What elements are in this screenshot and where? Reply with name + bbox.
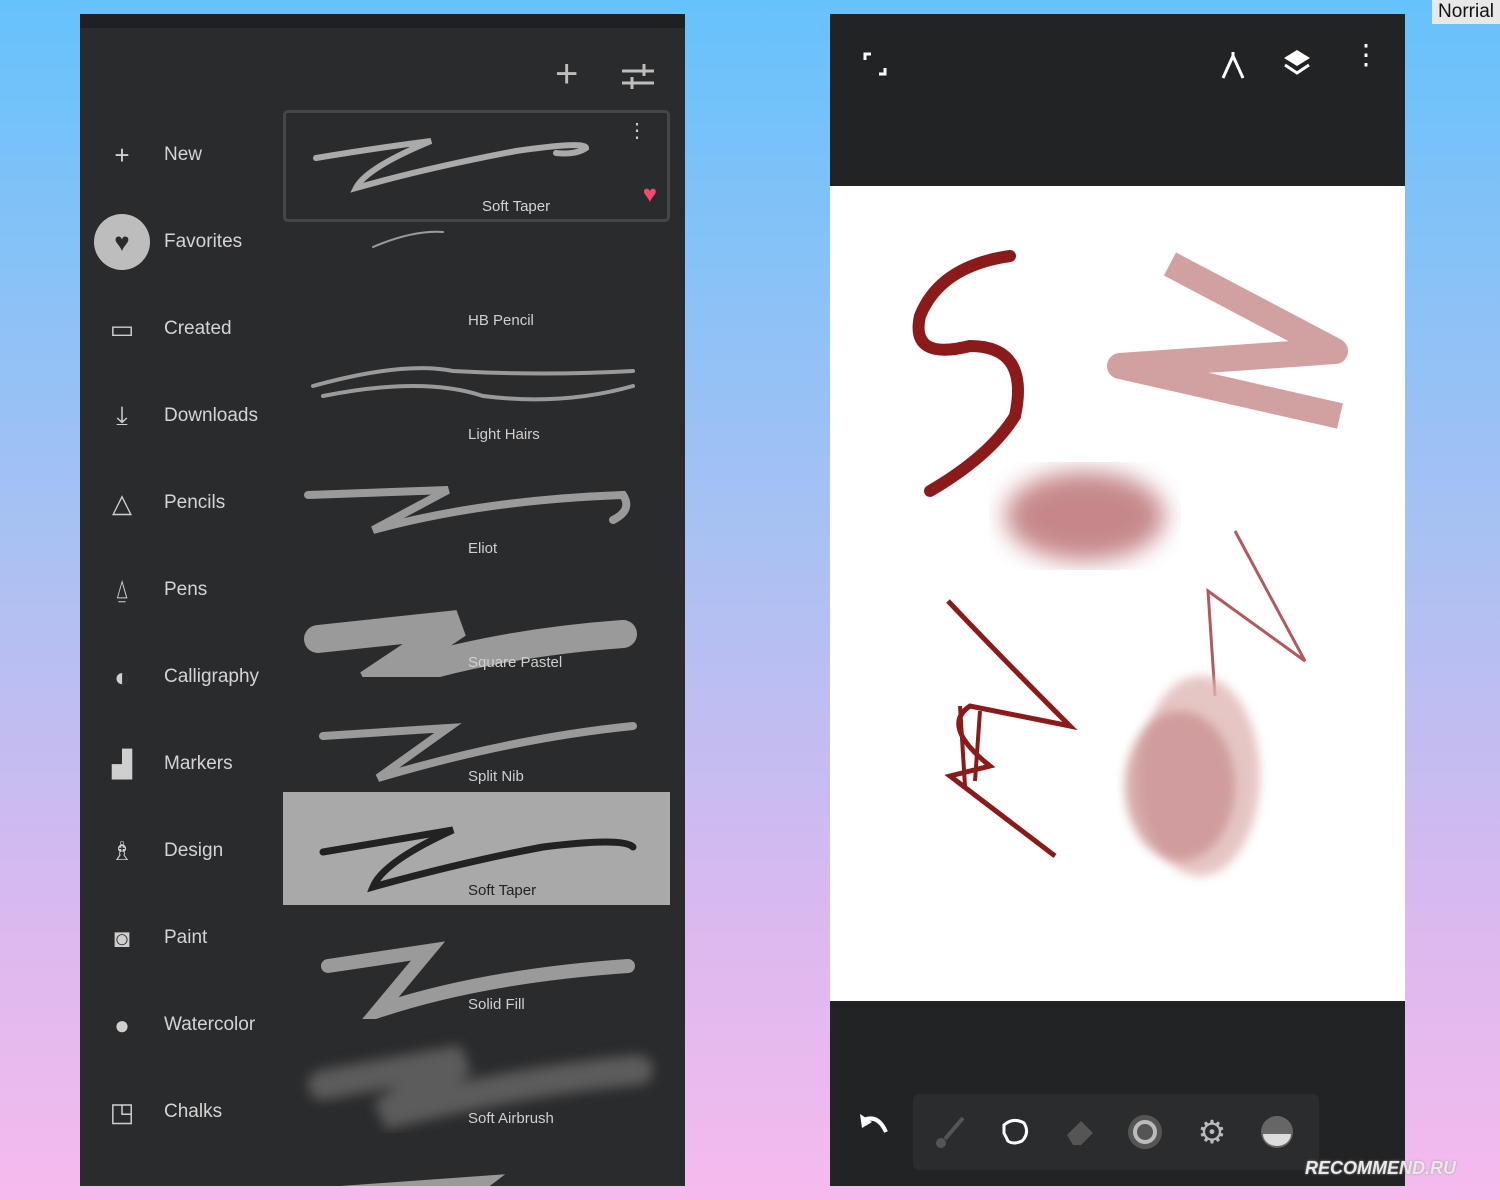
sidebar-item-watercolor[interactable]: ● Watercolor bbox=[94, 995, 294, 1055]
sliders-icon[interactable] bbox=[622, 64, 654, 90]
sidebar-item-label: Markers bbox=[164, 753, 233, 774]
brush-name: HB Pencil bbox=[468, 312, 534, 329]
sidebar-item-favorites[interactable]: ♥ Favorites bbox=[94, 212, 294, 272]
folder-icon: ▭ bbox=[109, 313, 135, 344]
pen-icon: ⍙ bbox=[114, 574, 130, 604]
sidebar-item-label: Calligraphy bbox=[164, 666, 260, 687]
marker-icon: ▟ bbox=[112, 748, 132, 779]
brush-item[interactable]: HB Pencil bbox=[283, 222, 670, 335]
add-brush-icon[interactable]: + bbox=[555, 54, 578, 94]
sidebar-item-pens[interactable]: ⍙ Pens bbox=[94, 560, 294, 620]
paint-icon: ◙ bbox=[114, 922, 130, 953]
more-options-icon[interactable]: ⋮ bbox=[627, 121, 647, 141]
stroke-red-s bbox=[912, 250, 1024, 497]
sidebar-item-downloads[interactable]: ⤓ Downloads bbox=[94, 386, 294, 446]
drawing-canvas[interactable] bbox=[830, 186, 1405, 1001]
brush-name: Soft Taper bbox=[468, 882, 537, 899]
author-tag: Norrial bbox=[1432, 0, 1500, 24]
heart-icon: ♥ bbox=[94, 214, 150, 270]
download-icon: ⤓ bbox=[116, 400, 128, 430]
settings-icon[interactable]: ⚙ bbox=[1192, 1112, 1232, 1152]
drawing-app: ⋮ ⚙ bbox=[830, 14, 1405, 1186]
brush-item[interactable]: Square Pastel bbox=[283, 564, 670, 677]
plus-icon: + bbox=[114, 139, 130, 170]
brush-library-panel: + + New ♥ Favorites ▭ Created ⤓ Downloads △ Penci… bbox=[80, 14, 685, 1186]
brush-item[interactable]: Solid Fill bbox=[283, 906, 670, 1019]
sidebar-item-label: Pens bbox=[164, 579, 208, 600]
sidebar-item-label: Chalks bbox=[164, 1101, 223, 1122]
featured-brush-card[interactable]: ⋮ ♥ Soft Taper bbox=[283, 110, 670, 222]
watermark: RECOMMEND.RU bbox=[1305, 1158, 1456, 1178]
fullscreen-icon[interactable] bbox=[863, 52, 887, 76]
brush-item[interactable]: Split Nib bbox=[283, 678, 670, 791]
ruler-compass-icon[interactable] bbox=[1220, 50, 1246, 80]
sidebar-item-label: Design bbox=[164, 840, 224, 861]
sidebar-item-label: Pencils bbox=[164, 492, 226, 513]
brush-name: Solid Fill bbox=[468, 996, 525, 1013]
design-pen-icon: ♗ bbox=[110, 835, 134, 866]
brush-stroke-preview bbox=[313, 138, 590, 193]
brush-name: Split Nib bbox=[468, 768, 524, 785]
status-bar bbox=[80, 14, 685, 28]
sidebar-item-label: Watercolor bbox=[164, 1014, 256, 1035]
brush-item[interactable]: Light Hairs bbox=[283, 336, 670, 449]
eraser-icon[interactable] bbox=[1060, 1112, 1100, 1152]
brush-item[interactable]: Soft Airbrush bbox=[283, 1020, 670, 1133]
brush-stroke-preview bbox=[340, 1174, 506, 1186]
brush-name: Light Hairs bbox=[468, 426, 540, 443]
calligraphy-nib-icon: ◐ bbox=[114, 661, 130, 692]
sidebar-item-markers[interactable]: ▟ Markers bbox=[94, 734, 294, 794]
brush-name: Eliot bbox=[468, 540, 498, 557]
brush-item[interactable]: Eliot bbox=[283, 450, 670, 563]
sidebar-item-design[interactable]: ♗ Design bbox=[94, 821, 294, 881]
watercolor-drop-icon: ● bbox=[114, 1009, 130, 1040]
sidebar-item-label: Created bbox=[164, 318, 232, 339]
stroke-red-split-nib bbox=[944, 599, 1078, 858]
color-circle-icon[interactable] bbox=[1125, 1112, 1165, 1152]
sidebar-item-paint[interactable]: ◙ Paint bbox=[94, 908, 294, 968]
sidebar-item-label: Favorites bbox=[164, 231, 243, 252]
brush-icon[interactable] bbox=[930, 1112, 970, 1152]
transparency-icon[interactable] bbox=[1257, 1112, 1297, 1152]
sidebar-item-new[interactable]: + New bbox=[94, 125, 294, 185]
sidebar-item-created[interactable]: ▭ Created bbox=[94, 299, 294, 359]
brush-name: Square Pastel bbox=[468, 654, 563, 671]
sidebar-item-label: New bbox=[164, 144, 203, 165]
stroke-pink-thin-line bbox=[1206, 530, 1307, 697]
stroke-pink-pastel-2 bbox=[1125, 711, 1235, 861]
tool-bar: ⚙ bbox=[913, 1094, 1319, 1170]
chalk-icon: ◳ bbox=[109, 1096, 135, 1127]
undo-icon[interactable] bbox=[858, 1112, 890, 1138]
sidebar-item-calligraphy[interactable]: ◐ Calligraphy bbox=[94, 647, 294, 707]
layers-icon[interactable] bbox=[1282, 48, 1312, 78]
pencil-icon: △ bbox=[112, 487, 132, 518]
sidebar-item-pencils[interactable]: △ Pencils bbox=[94, 473, 294, 533]
lasso-icon[interactable] bbox=[995, 1112, 1035, 1152]
more-menu-icon[interactable]: ⋮ bbox=[1352, 41, 1380, 69]
favorite-heart-icon[interactable]: ♥ bbox=[643, 181, 657, 209]
stroke-pink-airbrush bbox=[1005, 471, 1165, 561]
stroke-pink-zigzag bbox=[1107, 252, 1348, 429]
brush-name: Soft Airbrush bbox=[468, 1110, 554, 1127]
sidebar-item-label: Downloads bbox=[164, 405, 258, 426]
brush-item[interactable]: Soft Taper bbox=[283, 792, 670, 905]
sidebar-item-label: Paint bbox=[164, 927, 208, 948]
sidebar-item-chalks[interactable]: ◳ Chalks bbox=[94, 1082, 294, 1142]
brush-item[interactable]: Glazed Marker bbox=[283, 1134, 670, 1186]
brush-name: Soft Taper bbox=[482, 198, 551, 215]
